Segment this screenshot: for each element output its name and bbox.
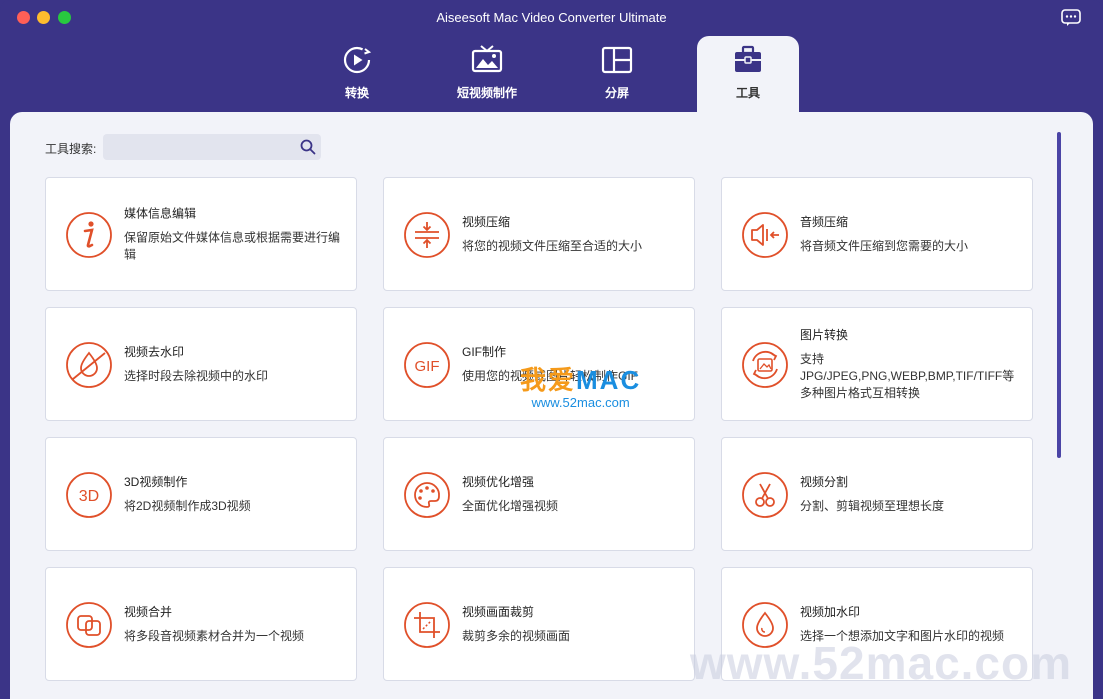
tool-name: 媒体信息编辑 (124, 206, 197, 221)
tool-card-3d-maker[interactable]: 3D 3D视频制作 将2D视频制作成3D视频 (45, 437, 357, 551)
search-input[interactable] (103, 134, 321, 160)
watermark-url: www.52mac.com (531, 395, 630, 410)
feedback-icon[interactable] (1061, 9, 1081, 27)
tool-name: 视频加水印 (800, 605, 861, 619)
tool-name: 视频分割 (800, 475, 849, 489)
corner-watermark: www.52mac.com (690, 637, 1073, 689)
tool-desc: 将2D视频制作成3D视频 (124, 499, 251, 513)
tool-desc: 将您的视频文件压缩至合适的大小 (462, 239, 643, 253)
tool-name: 图片转换 (800, 328, 849, 342)
app-window: Aiseesoft Mac Video Converter Ultimate 转… (0, 0, 1103, 699)
merge-icon (66, 602, 112, 648)
split-screen-icon (601, 46, 633, 74)
tab-label: 分屏 (604, 86, 629, 100)
tool-name: 视频优化增强 (462, 475, 535, 489)
tab-label: 工具 (735, 86, 760, 100)
tool-desc: 将多段音视频素材合并为一个视频 (124, 629, 305, 643)
image-convert-icon (742, 342, 788, 388)
tab-mv[interactable]: 短视频制作 (437, 36, 537, 112)
tool-card-audio-compress[interactable]: 音频压缩 将音频文件压缩到您需要的大小 (721, 177, 1033, 291)
tool-desc: 保留原始文件媒体信息或根据需要进行编辑 (124, 230, 341, 262)
window-title: Aiseesoft Mac Video Converter Ultimate (436, 10, 667, 25)
gif-icon: GIF (404, 342, 450, 388)
tab-label: 转换 (344, 86, 369, 100)
tool-desc: 全面优化增强视频 (462, 499, 559, 513)
palette-icon (404, 472, 450, 518)
tool-card-video-merge[interactable]: 视频合并 将多段音视频素材合并为一个视频 (45, 567, 357, 681)
tool-name: 视频去水印 (124, 345, 185, 359)
tab-convert[interactable]: 转换 (307, 36, 407, 112)
tool-card-video-crop[interactable]: 视频画面裁剪 裁剪多余的视频画面 (383, 567, 695, 681)
tool-name: 视频画面裁剪 (462, 605, 535, 619)
tool-card-video-compress[interactable]: 视频压缩 将您的视频文件压缩至合适的大小 (383, 177, 695, 291)
tool-name: GIF制作 (462, 345, 506, 359)
tool-card-video-split[interactable]: 视频分割 分割、剪辑视频至理想长度 (721, 437, 1033, 551)
search-icon[interactable] (300, 139, 316, 155)
audio-compress-icon (742, 212, 788, 258)
tool-desc: 选择时段去除视频中的水印 (124, 369, 269, 383)
mv-icon (471, 45, 503, 73)
crop-icon (404, 602, 450, 648)
tool-name: 视频合并 (124, 605, 173, 619)
video-compress-icon (404, 212, 450, 258)
tool-card-video-enhance[interactable]: 视频优化增强 全面优化增强视频 (383, 437, 695, 551)
tool-card-watermark-remove[interactable]: 视频去水印 选择时段去除视频中的水印 (45, 307, 357, 421)
tool-name: 视频压缩 (462, 215, 511, 229)
tool-desc: 裁剪多余的视频画面 (462, 629, 571, 643)
tool-desc: 将音频文件压缩到您需要的大小 (800, 239, 969, 253)
tool-desc: 支持JPG/JPEG,PNG,WEBP,BMP,TIF/TIFF等多种图片格式互… (800, 352, 1015, 400)
tab-toolbox[interactable]: 工具 (697, 36, 799, 112)
vertical-scrollbar[interactable] (1057, 132, 1061, 458)
tab-split-screen[interactable]: 分屏 (567, 36, 667, 112)
site-watermark: 我爱MAC www.52mac.com (520, 360, 641, 410)
tool-desc: 分割、剪辑视频至理想长度 (800, 499, 945, 513)
title-bar: Aiseesoft Mac Video Converter Ultimate (0, 0, 1103, 36)
info-icon (66, 212, 112, 258)
tool-name: 3D视频制作 (124, 475, 188, 489)
search-label: 工具搜索: (45, 142, 97, 156)
watermark-remove-icon (66, 342, 112, 388)
svg-text:GIF: GIF (415, 358, 440, 375)
tool-card-image-convert[interactable]: 图片转换 支持JPG/JPEG,PNG,WEBP,BMP,TIF/TIFF等多种… (721, 307, 1033, 421)
tool-name: 音频压缩 (800, 215, 849, 229)
3d-icon: 3D (66, 472, 112, 518)
main-tabs: 转换 短视频制作 分屏 工具 (0, 36, 1103, 112)
watermark-text-a: 我爱 (520, 365, 577, 395)
tool-card-media-info[interactable]: 媒体信息编辑 保留原始文件媒体信息或根据需要进行编辑 (45, 177, 357, 291)
toolbox-icon (735, 45, 761, 72)
svg-text:3D: 3D (79, 488, 99, 505)
tab-label: 短视频制作 (456, 86, 517, 100)
convert-icon (343, 46, 372, 74)
watermark-text-b: MAC (576, 365, 642, 395)
scissors-icon (742, 472, 788, 518)
